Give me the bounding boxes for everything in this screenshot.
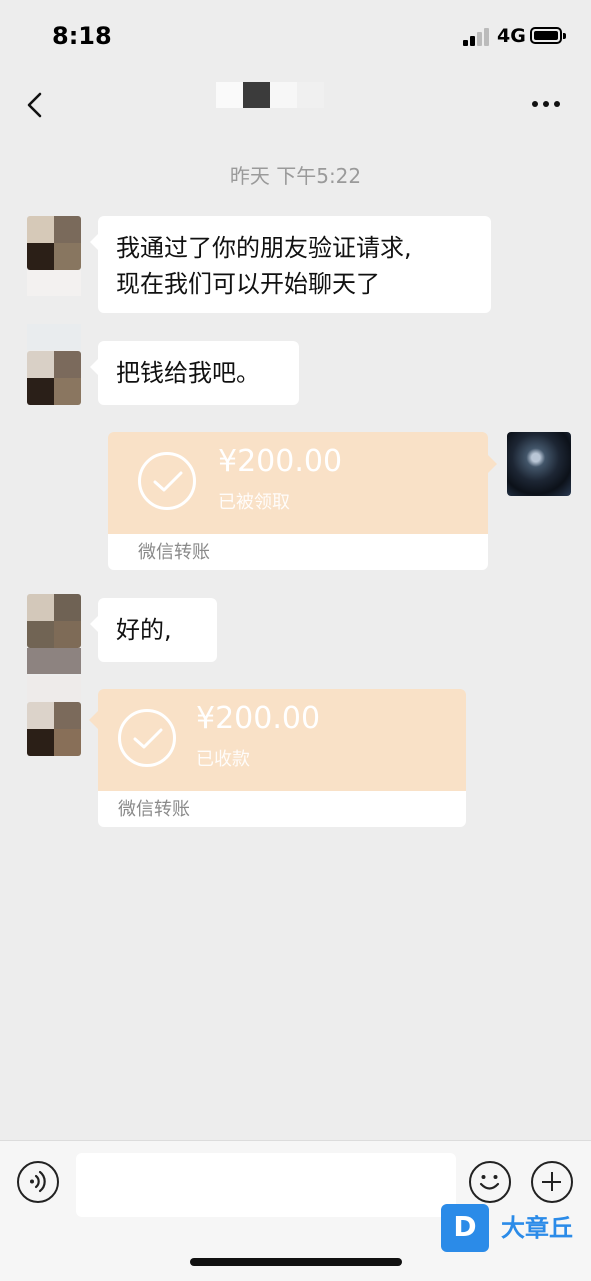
- transfer-footer: 微信转账: [138, 542, 210, 563]
- avatar-blur: [27, 648, 81, 674]
- voice-button[interactable]: [17, 1161, 59, 1203]
- watermark: D 大章丘: [441, 1204, 586, 1256]
- avatar[interactable]: [27, 351, 81, 405]
- message-text: 我通过了你的朋友验证请求,: [116, 234, 412, 262]
- more-button[interactable]: [528, 94, 564, 112]
- watermark-logo: D: [441, 1204, 489, 1252]
- message-text: 好的,: [116, 616, 172, 644]
- status-bar: 8:18 4G: [0, 0, 591, 72]
- transfer-status: 已收款: [196, 749, 250, 770]
- bubble-tail: [89, 711, 98, 729]
- message-bubble[interactable]: 我通过了你的朋友验证请求, 现在我们可以开始聊天了: [90, 216, 491, 313]
- transfer-card[interactable]: ¥200.00 已被领取 微信转账: [108, 432, 488, 570]
- network-label: 4G: [497, 25, 526, 47]
- emoji-icon: [479, 1175, 500, 1190]
- back-button[interactable]: [22, 90, 52, 120]
- avatar[interactable]: [27, 594, 81, 648]
- my-avatar[interactable]: [507, 432, 571, 496]
- plus-button[interactable]: [531, 1161, 573, 1203]
- check-icon: [118, 709, 176, 767]
- battery-icon: [530, 27, 566, 44]
- avatar[interactable]: [27, 216, 81, 270]
- message-bubble[interactable]: 把钱给我吧。: [90, 341, 299, 405]
- status-time: 8:18: [52, 22, 112, 50]
- watermark-name: 大章丘: [501, 1214, 573, 1242]
- avatar-blur: [27, 270, 81, 296]
- signal-icon: [463, 28, 493, 46]
- chevron-left-icon: [27, 92, 42, 118]
- avatar-blur: [27, 324, 81, 350]
- transfer-card[interactable]: ¥200.00 已收款 微信转账: [98, 689, 466, 827]
- message-bubble[interactable]: 好的,: [90, 598, 217, 662]
- chat-timestamp: 昨天 下午5:22: [229, 164, 362, 188]
- bubble-tail: [488, 455, 497, 473]
- check-icon: [138, 452, 196, 510]
- transfer-amount: ¥200.00: [218, 444, 343, 479]
- avatar[interactable]: [27, 702, 81, 756]
- emoji-button[interactable]: [469, 1161, 511, 1203]
- avatar-blur: [27, 676, 81, 702]
- voice-icon: [30, 1170, 46, 1193]
- watermark-logo-letter: D: [453, 1210, 477, 1243]
- home-indicator[interactable]: [190, 1258, 402, 1266]
- message-text: 把钱给我吧。: [116, 359, 260, 387]
- transfer-amount: ¥200.00: [196, 701, 321, 736]
- nav-bar: [0, 72, 591, 142]
- message-input[interactable]: [76, 1153, 456, 1217]
- transfer-footer: 微信转账: [118, 799, 190, 820]
- message-text: 现在我们可以开始聊天了: [116, 270, 380, 298]
- transfer-status: 已被领取: [218, 492, 290, 513]
- chat-title-pixelated: [216, 82, 326, 108]
